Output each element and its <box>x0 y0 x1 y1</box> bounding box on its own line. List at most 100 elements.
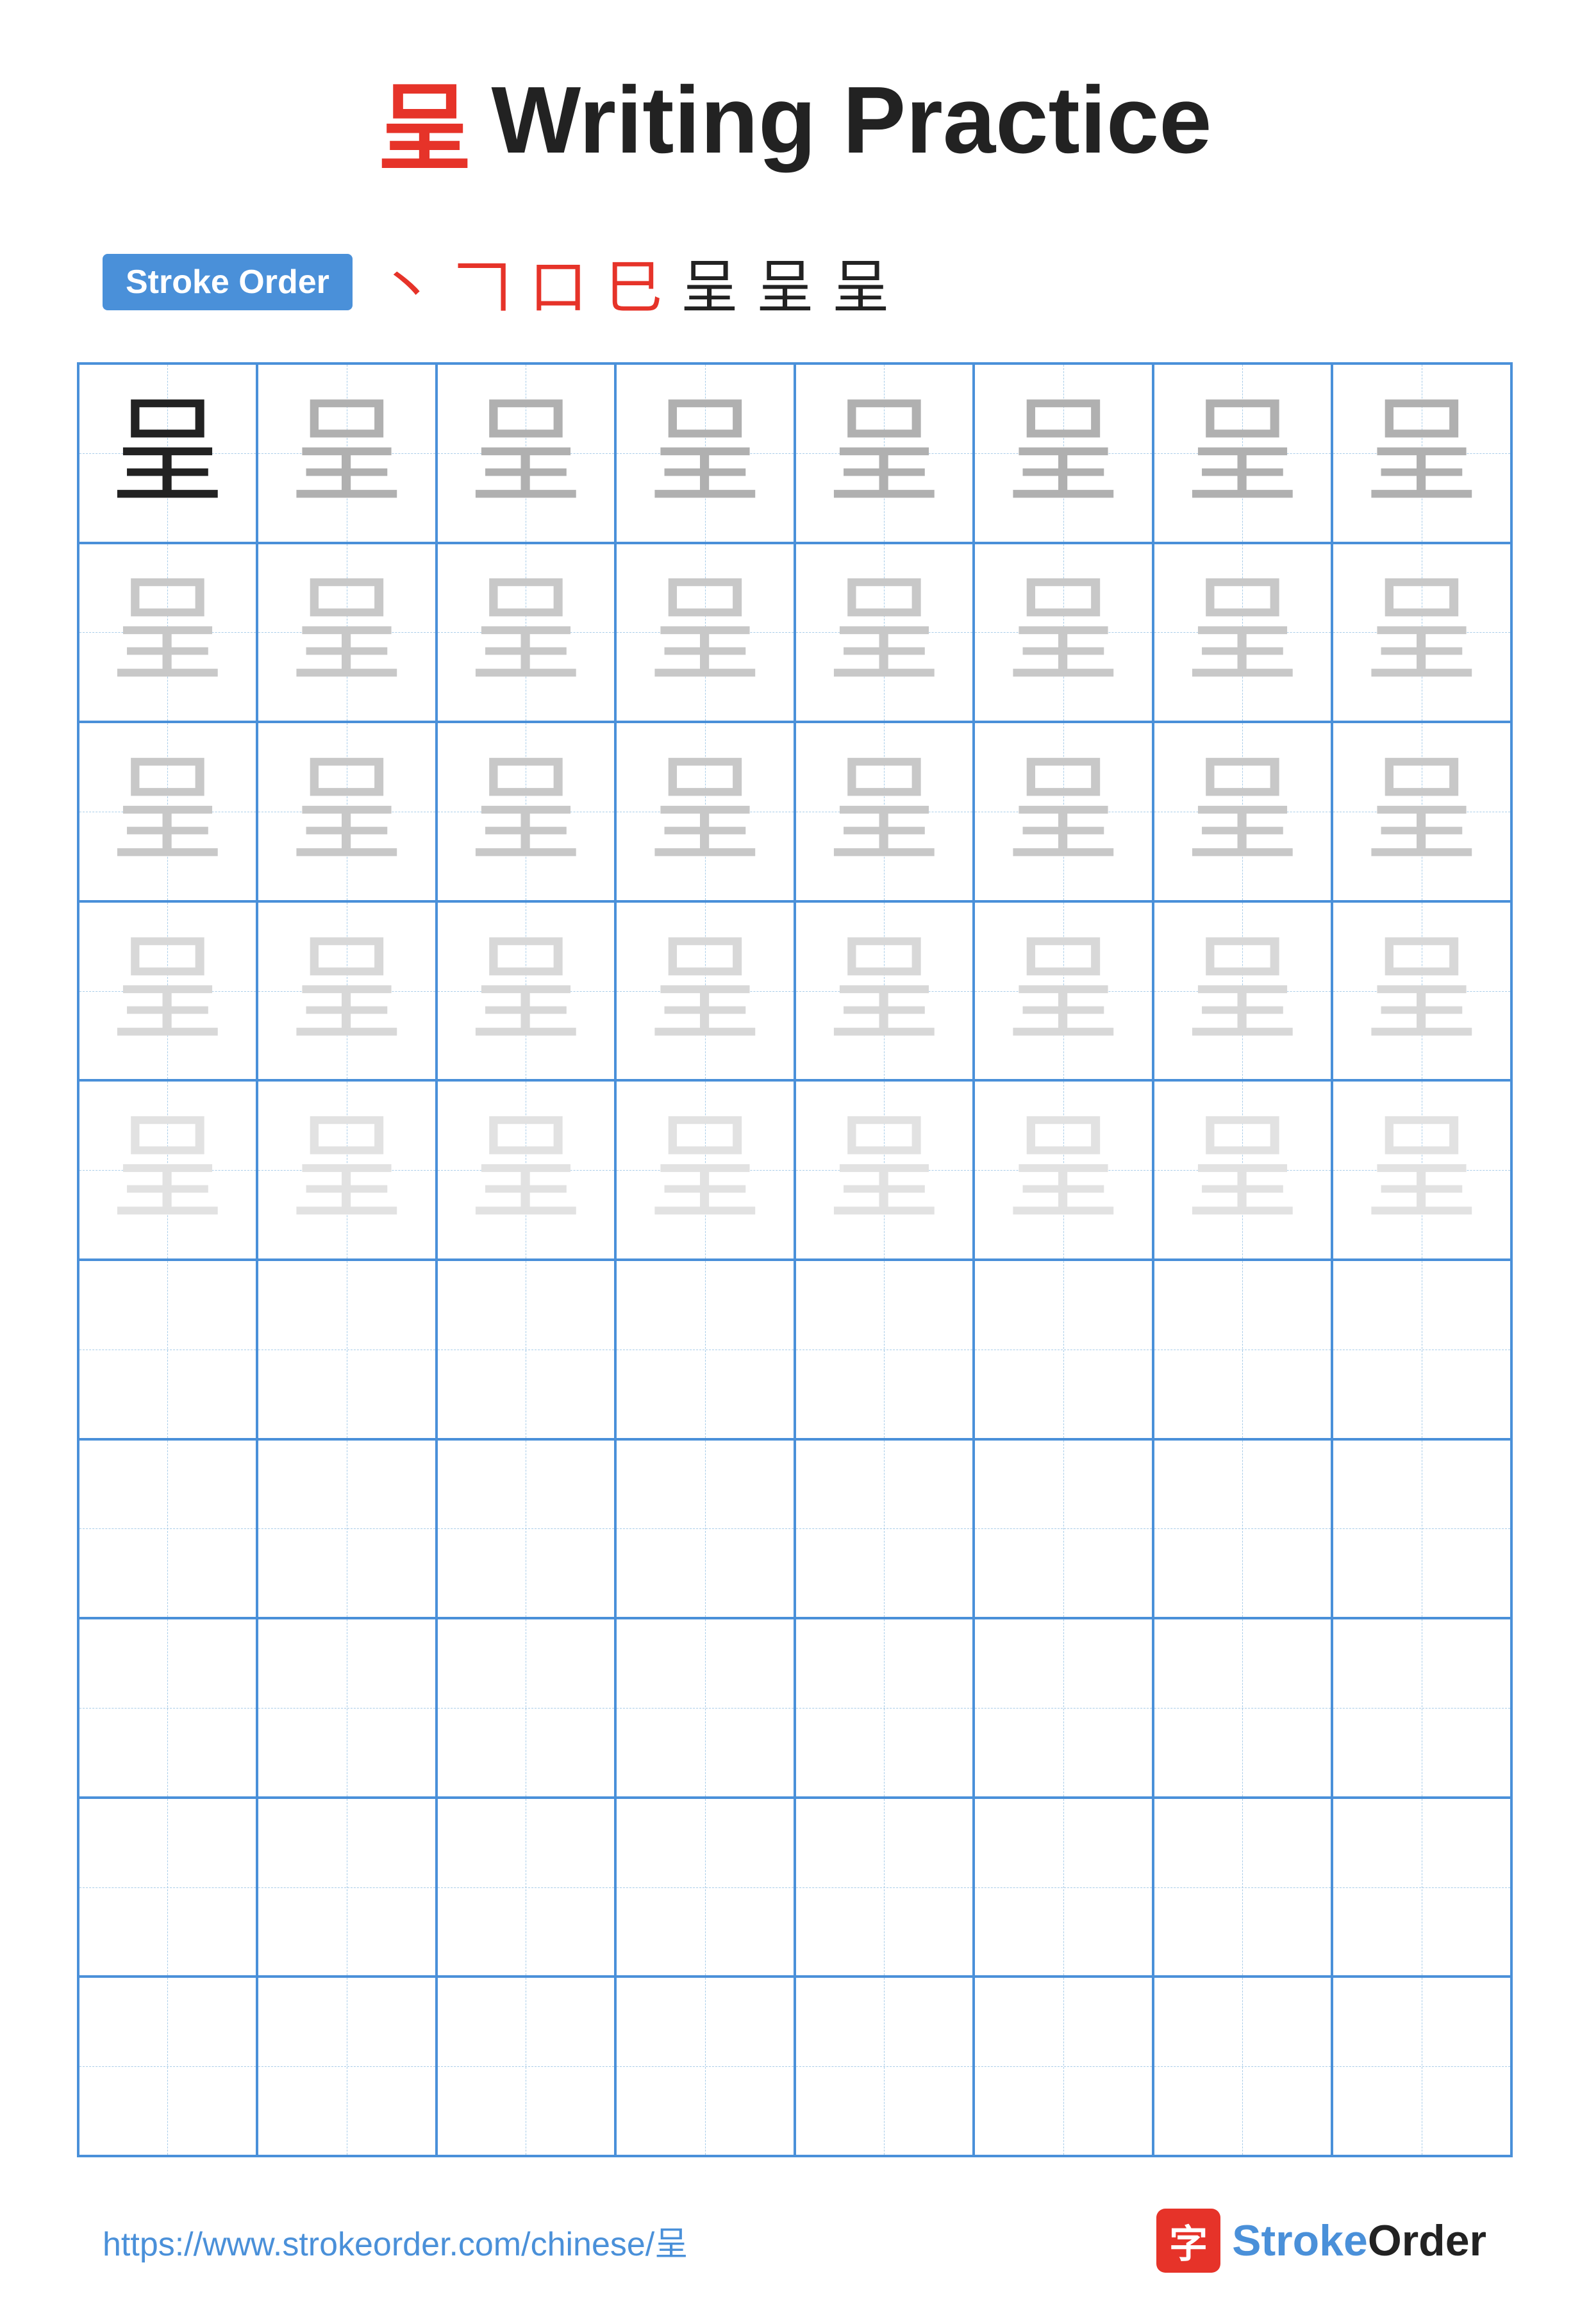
grid-cell[interactable]: 呈 <box>437 901 616 1081</box>
title-text: Writing Practice <box>491 66 1211 175</box>
grid-cell[interactable] <box>1153 1618 1333 1798</box>
grid-cell[interactable] <box>1332 1439 1511 1619</box>
grid-cell[interactable] <box>974 1439 1153 1619</box>
stroke-order-row: Stroke Order 丶 𠃍 口 巳 呈 呈 呈 <box>103 240 890 324</box>
grid-cell[interactable] <box>257 1439 437 1619</box>
grid-cell-char: 呈 <box>289 574 404 690</box>
grid-cell[interactable]: 呈 <box>1153 543 1333 723</box>
grid-cell[interactable]: 呈 <box>974 1080 1153 1260</box>
grid-cell[interactable] <box>615 1798 795 1977</box>
grid-cell[interactable] <box>615 1439 795 1619</box>
grid-cell[interactable]: 呈 <box>78 722 258 901</box>
grid-cell[interactable]: 呈 <box>795 722 974 901</box>
grid-cell-char: 呈 <box>1006 574 1121 690</box>
grid-cell[interactable]: 呈 <box>437 543 616 723</box>
grid-cell-char: 呈 <box>826 574 942 690</box>
grid-cell[interactable]: 呈 <box>437 1080 616 1260</box>
grid-cell[interactable] <box>257 1977 437 2156</box>
page: 呈 Writing Practice Stroke Order 丶 𠃍 口 巳 … <box>0 0 1589 2324</box>
footer-logo-stroke-text: Stroke <box>1232 2216 1368 2265</box>
stroke-char-3: 口 <box>529 240 587 324</box>
grid-cell[interactable] <box>795 1977 974 2156</box>
grid-cell[interactable]: 呈 <box>974 364 1153 543</box>
grid-cell[interactable]: 呈 <box>78 543 258 723</box>
grid-cell[interactable] <box>437 1798 616 1977</box>
stroke-order-badge: Stroke Order <box>103 254 353 310</box>
grid-cell[interactable] <box>78 1977 258 2156</box>
grid-cell[interactable] <box>257 1260 437 1439</box>
grid-cell[interactable]: 呈 <box>615 543 795 723</box>
grid-cell[interactable] <box>437 1439 616 1619</box>
grid-cell[interactable]: 呈 <box>437 364 616 543</box>
grid-cell[interactable] <box>974 1977 1153 2156</box>
grid-cell-char: 呈 <box>1185 1112 1300 1228</box>
stroke-char-7: 呈 <box>832 240 890 324</box>
grid-cell[interactable]: 呈 <box>1332 901 1511 1081</box>
grid-cell[interactable]: 呈 <box>615 1080 795 1260</box>
grid-cell[interactable] <box>795 1439 974 1619</box>
grid-cell[interactable]: 呈 <box>78 1080 258 1260</box>
grid-cell[interactable]: 呈 <box>615 364 795 543</box>
grid-cell[interactable] <box>1153 1977 1333 2156</box>
grid-cell[interactable] <box>1153 1798 1333 1977</box>
grid-cell[interactable]: 呈 <box>1153 901 1333 1081</box>
grid-cell[interactable]: 呈 <box>795 1080 974 1260</box>
grid-cell[interactable] <box>795 1618 974 1798</box>
grid-cell-char: 呈 <box>1364 574 1479 690</box>
grid-cell[interactable] <box>437 1977 616 2156</box>
grid-cell[interactable] <box>615 1977 795 2156</box>
grid-cell[interactable]: 呈 <box>1153 1080 1333 1260</box>
grid-cell[interactable] <box>1332 1798 1511 1977</box>
grid-cell[interactable] <box>615 1260 795 1439</box>
grid-cell[interactable]: 呈 <box>78 901 258 1081</box>
grid-cell[interactable]: 呈 <box>615 901 795 1081</box>
grid-cell[interactable]: 呈 <box>974 901 1153 1081</box>
title-character: 呈 <box>377 51 472 189</box>
grid-cell[interactable]: 呈 <box>795 364 974 543</box>
grid-cell[interactable]: 呈 <box>1332 1080 1511 1260</box>
grid-cell[interactable]: 呈 <box>1332 722 1511 901</box>
grid-cell[interactable]: 呈 <box>437 722 616 901</box>
grid-cell[interactable]: 呈 <box>78 364 258 543</box>
grid-cell[interactable]: 呈 <box>1153 364 1333 543</box>
grid-cell[interactable] <box>78 1618 258 1798</box>
grid-cell[interactable]: 呈 <box>1332 364 1511 543</box>
grid-cell[interactable] <box>1153 1260 1333 1439</box>
grid-cell[interactable] <box>78 1439 258 1619</box>
grid-cell[interactable] <box>78 1260 258 1439</box>
grid-cell[interactable] <box>615 1618 795 1798</box>
grid-cell[interactable]: 呈 <box>257 364 437 543</box>
grid-cell-char: 呈 <box>647 1112 763 1228</box>
grid-cell[interactable]: 呈 <box>257 543 437 723</box>
grid-cell[interactable] <box>974 1260 1153 1439</box>
grid-cell[interactable] <box>257 1798 437 1977</box>
grid-cell[interactable]: 呈 <box>1332 543 1511 723</box>
grid-cell[interactable] <box>78 1798 258 1977</box>
grid-cell[interactable] <box>257 1618 437 1798</box>
grid-cell[interactable]: 呈 <box>257 722 437 901</box>
grid-cell[interactable]: 呈 <box>795 543 974 723</box>
grid-cell[interactable] <box>795 1798 974 1977</box>
grid-cell[interactable] <box>1332 1618 1511 1798</box>
grid-cell[interactable] <box>974 1798 1153 1977</box>
footer-url[interactable]: https://www.strokeorder.com/chinese/呈 <box>103 2217 688 2265</box>
grid-cell[interactable] <box>1332 1260 1511 1439</box>
grid-cell[interactable]: 呈 <box>795 901 974 1081</box>
grid-cell[interactable] <box>795 1260 974 1439</box>
grid-cell-char: 呈 <box>647 933 763 1049</box>
grid-cell[interactable]: 呈 <box>974 543 1153 723</box>
grid-cell[interactable]: 呈 <box>257 901 437 1081</box>
grid-cell[interactable] <box>437 1618 616 1798</box>
grid-cell[interactable] <box>1332 1977 1511 2156</box>
grid-cell[interactable]: 呈 <box>615 722 795 901</box>
grid-cell-char: 呈 <box>289 396 404 511</box>
grid-cell-char: 呈 <box>1006 754 1121 869</box>
grid-cell[interactable]: 呈 <box>257 1080 437 1260</box>
grid-cell-char: 呈 <box>110 396 225 511</box>
grid-cell[interactable]: 呈 <box>1153 722 1333 901</box>
grid-cell-char: 呈 <box>468 574 583 690</box>
grid-cell[interactable]: 呈 <box>974 722 1153 901</box>
grid-cell[interactable] <box>437 1260 616 1439</box>
grid-cell[interactable] <box>974 1618 1153 1798</box>
grid-cell[interactable] <box>1153 1439 1333 1619</box>
